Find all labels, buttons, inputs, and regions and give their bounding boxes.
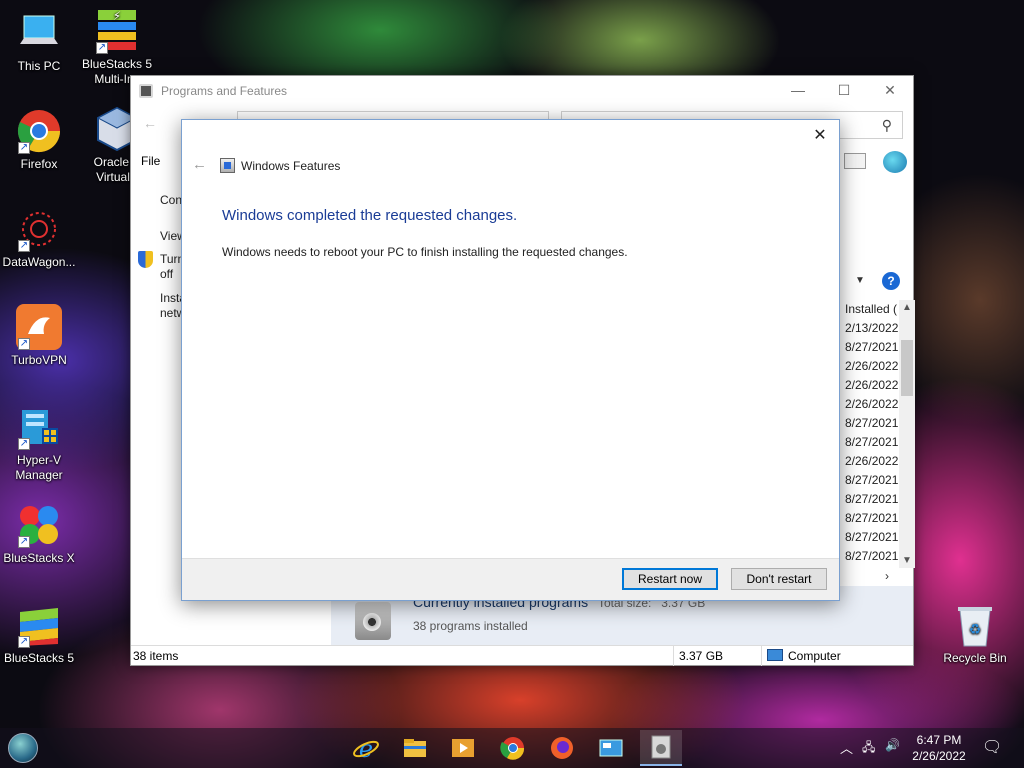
file-explorer-icon[interactable] [401,734,429,762]
svg-text:♻: ♻ [969,621,982,637]
windows-features-dialog: ✕ ← Windows Features Windows completed t… [181,119,840,601]
chrome-icon[interactable] [499,734,527,762]
dont-restart-button[interactable]: Don't restart [731,568,827,590]
control-panel-icon[interactable] [597,734,625,762]
minimize-button[interactable]: — [775,76,821,105]
close-icon[interactable]: ✕ [807,124,833,148]
table-cell-date: 8/27/2021 [845,549,899,563]
media-player-icon[interactable] [449,734,477,762]
maximize-button[interactable]: ☐ [821,76,867,105]
scroll-right-icon[interactable]: › [885,569,889,583]
scroll-down-icon[interactable]: ▼ [902,555,912,566]
taskbar: e ︿ 🖧 🔊 6:47 PM 2/26/2022 🗨 [0,728,1024,768]
internet-explorer-icon[interactable]: e [352,734,380,763]
hyperv-icon: ↗ [16,404,62,450]
window-title: Programs and Features [161,84,288,98]
sidebar-link-turn-features-2[interactable]: off [160,267,173,282]
close-button[interactable]: ✕ [867,76,913,105]
toolbar-view-icon[interactable] [844,153,866,169]
sidebar-link-control-panel[interactable]: Con [160,193,182,208]
desktop-icon-label: DataWagon... [2,255,76,269]
desktop-icon-label: Hyper-V Manager [15,453,63,482]
bluestacks-5-icon: ↗ [16,602,62,648]
svg-text:e: e [359,735,373,762]
chevron-up-icon[interactable]: ︿ [840,738,853,757]
chrome-icon: ↗ [16,108,62,154]
table-cell-date: 8/27/2021 [845,530,899,544]
back-arrow-icon[interactable]: ← [143,115,157,131]
start-button[interactable] [8,733,38,763]
status-bar: 38 items 3.37 GB Computer [131,645,913,666]
windows-features-icon [220,158,235,173]
scrollbar-thumb[interactable] [901,340,913,396]
desktop-icon-datawagon[interactable]: ↗ DataWagon... [0,206,78,270]
table-cell-date: 2/26/2022 [845,378,899,392]
programs-features-icon [139,84,153,98]
dialog-title: Windows Features [241,159,341,173]
status-size: 3.37 GB [679,649,724,663]
back-arrow-icon[interactable]: ← [192,156,207,173]
chevron-down-icon[interactable]: ▼ [855,275,865,286]
table-cell-date: 8/27/2021 [845,473,899,487]
clock-date: 2/26/2022 [912,749,966,763]
status-item-count: 38 items [133,649,179,663]
computer-icon [767,649,783,661]
desktop-icon-recycle-bin[interactable]: ♻ Recycle Bin [936,602,1014,666]
dialog-message: Windows needs to reboot your PC to finis… [222,245,628,259]
table-cell-date: 8/27/2021 [845,435,899,449]
desktop-icon-hyperv[interactable]: ↗ Hyper-V Manager [0,404,78,483]
programs-features-taskbar-icon[interactable] [640,730,682,766]
this-pc-icon [16,10,62,56]
turbovpn-icon: ↗ [16,304,62,350]
dialog-heading: Windows completed the requested changes. [222,207,518,224]
menu-file[interactable]: File [141,154,160,168]
datawagon-icon: ↗ [16,206,62,252]
system-clock[interactable]: 6:47 PM 2/26/2022 [906,732,972,764]
bluestacks-x-icon: ↗ [16,502,62,548]
desktop-icon-label: Recycle Bin [943,651,1007,665]
table-cell-date: 8/27/2021 [845,511,899,525]
table-cell-date: 2/26/2022 [845,454,899,468]
desktop-icon-label: BlueStacks X [3,551,75,565]
table-cell-date: 2/26/2022 [845,397,899,411]
window-titlebar[interactable]: Programs and Features — ☐ ✕ [131,76,913,105]
desktop-icon-label: BlueStacks 5 [3,651,75,665]
installer-disk-icon [355,602,391,640]
volume-icon[interactable]: 🔊 [885,738,900,752]
svg-text:⚡: ⚡ [113,9,121,23]
desktop-icon-firefox[interactable]: ↗ Firefox [0,108,78,172]
desktop-icon-label: TurboVPN [11,353,67,367]
shield-icon [138,251,153,268]
help-icon[interactable]: ? [882,272,900,290]
desktop-icon-bluestacks-x[interactable]: ↗ BlueStacks X [0,502,78,566]
desktop-icon-this-pc[interactable]: This PC [0,10,78,74]
vertical-scrollbar[interactable]: ▲ ▼ [899,300,915,568]
desktop-icon-bluestacks-5[interactable]: ↗ BlueStacks 5 [0,602,78,666]
dialog-footer: Restart now Don't restart [182,558,839,600]
scroll-up-icon[interactable]: ▲ [902,302,912,313]
table-cell-date: 2/13/2022 [845,321,899,335]
status-location: Computer [788,649,841,663]
search-icon[interactable]: ⚲ [882,117,892,134]
globe-icon[interactable] [883,151,907,173]
table-cell-date: 8/27/2021 [845,340,899,354]
desktop-icon-turbovpn[interactable]: ↗ TurboVPN [0,304,78,368]
details-count: 38 programs installed [413,619,528,633]
desktop-icon-label: This PC [17,59,61,73]
notification-icon[interactable]: 🗨 [982,737,1002,757]
table-cell-date: 2/26/2022 [845,359,899,373]
desktop-icon-label: Firefox [20,157,58,171]
network-icon[interactable]: 🖧 [862,738,875,759]
table-cell-date: 8/27/2021 [845,492,899,506]
bluestacks-multi-icon: ⚡ ↗ [94,8,140,54]
table-cell-date: 8/27/2021 [845,416,899,430]
firefox-icon[interactable] [548,734,576,762]
clock-time: 6:47 PM [916,733,962,747]
recycle-bin-icon: ♻ [952,602,998,648]
restart-now-button[interactable]: Restart now [622,568,718,590]
